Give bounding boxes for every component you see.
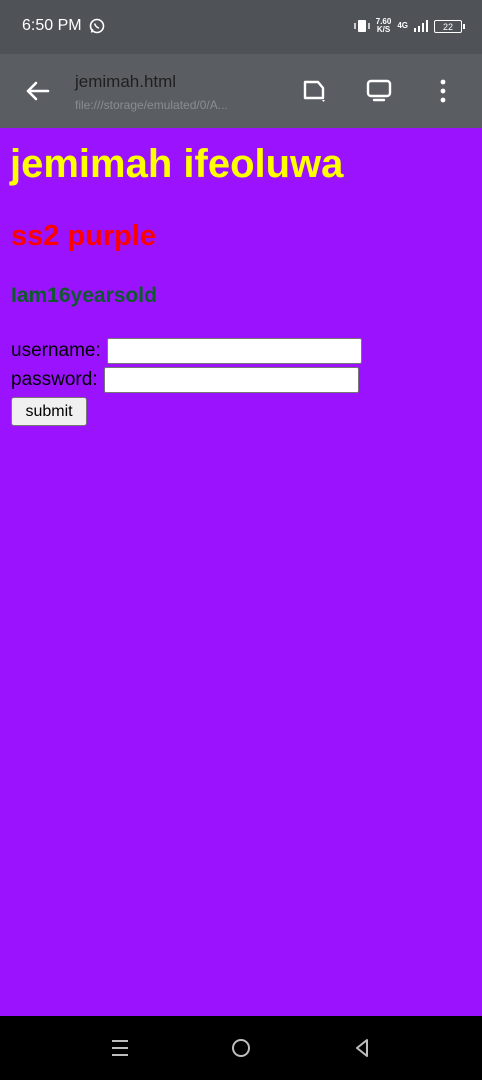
signal-icon — [414, 20, 428, 32]
vibrate-icon — [354, 20, 370, 32]
battery-icon: 22 — [434, 19, 465, 33]
password-row: password: — [11, 367, 359, 393]
browser-toolbar: jemimah.html file:///storage/emulated/0/… — [0, 54, 482, 128]
heading-age: Iam16yearsold — [11, 284, 157, 307]
tab-switcher-icon[interactable] — [364, 76, 394, 106]
network-speed-unit: K/S — [376, 25, 391, 34]
back-arrow-icon[interactable] — [22, 76, 52, 106]
system-nav-bar — [0, 1016, 482, 1080]
page-url: file:///storage/emulated/0/A... — [75, 98, 228, 112]
password-label: password: — [11, 369, 98, 390]
whatsapp-icon — [89, 18, 105, 34]
status-time: 6:50 PM — [22, 17, 82, 34]
open-in-app-icon[interactable] — [300, 76, 330, 106]
submit-button[interactable]: submit — [11, 397, 87, 426]
network-speed: 7.60 K/S — [376, 18, 392, 34]
network-type: 4G — [397, 21, 408, 30]
status-bar: 6:50 PM 7.60 K/S 4G 22 — [0, 0, 482, 54]
back-triangle-icon[interactable] — [350, 1036, 374, 1060]
status-indicators: 7.60 K/S 4G 22 — [354, 14, 465, 38]
username-label: username: — [11, 340, 101, 361]
page-content: jemimah ifeoluwa ss2 purple Iam16yearsol… — [0, 128, 482, 1016]
recents-icon[interactable] — [108, 1036, 132, 1060]
password-input[interactable] — [103, 367, 359, 393]
page-title: jemimah.html — [75, 72, 177, 91]
home-icon[interactable] — [229, 1036, 253, 1060]
username-input[interactable] — [106, 338, 362, 364]
heading-name: jemimah ifeoluwa — [10, 142, 344, 186]
more-options-icon[interactable] — [428, 76, 458, 106]
heading-class: ss2 purple — [11, 220, 157, 252]
username-row: username: — [11, 338, 362, 364]
